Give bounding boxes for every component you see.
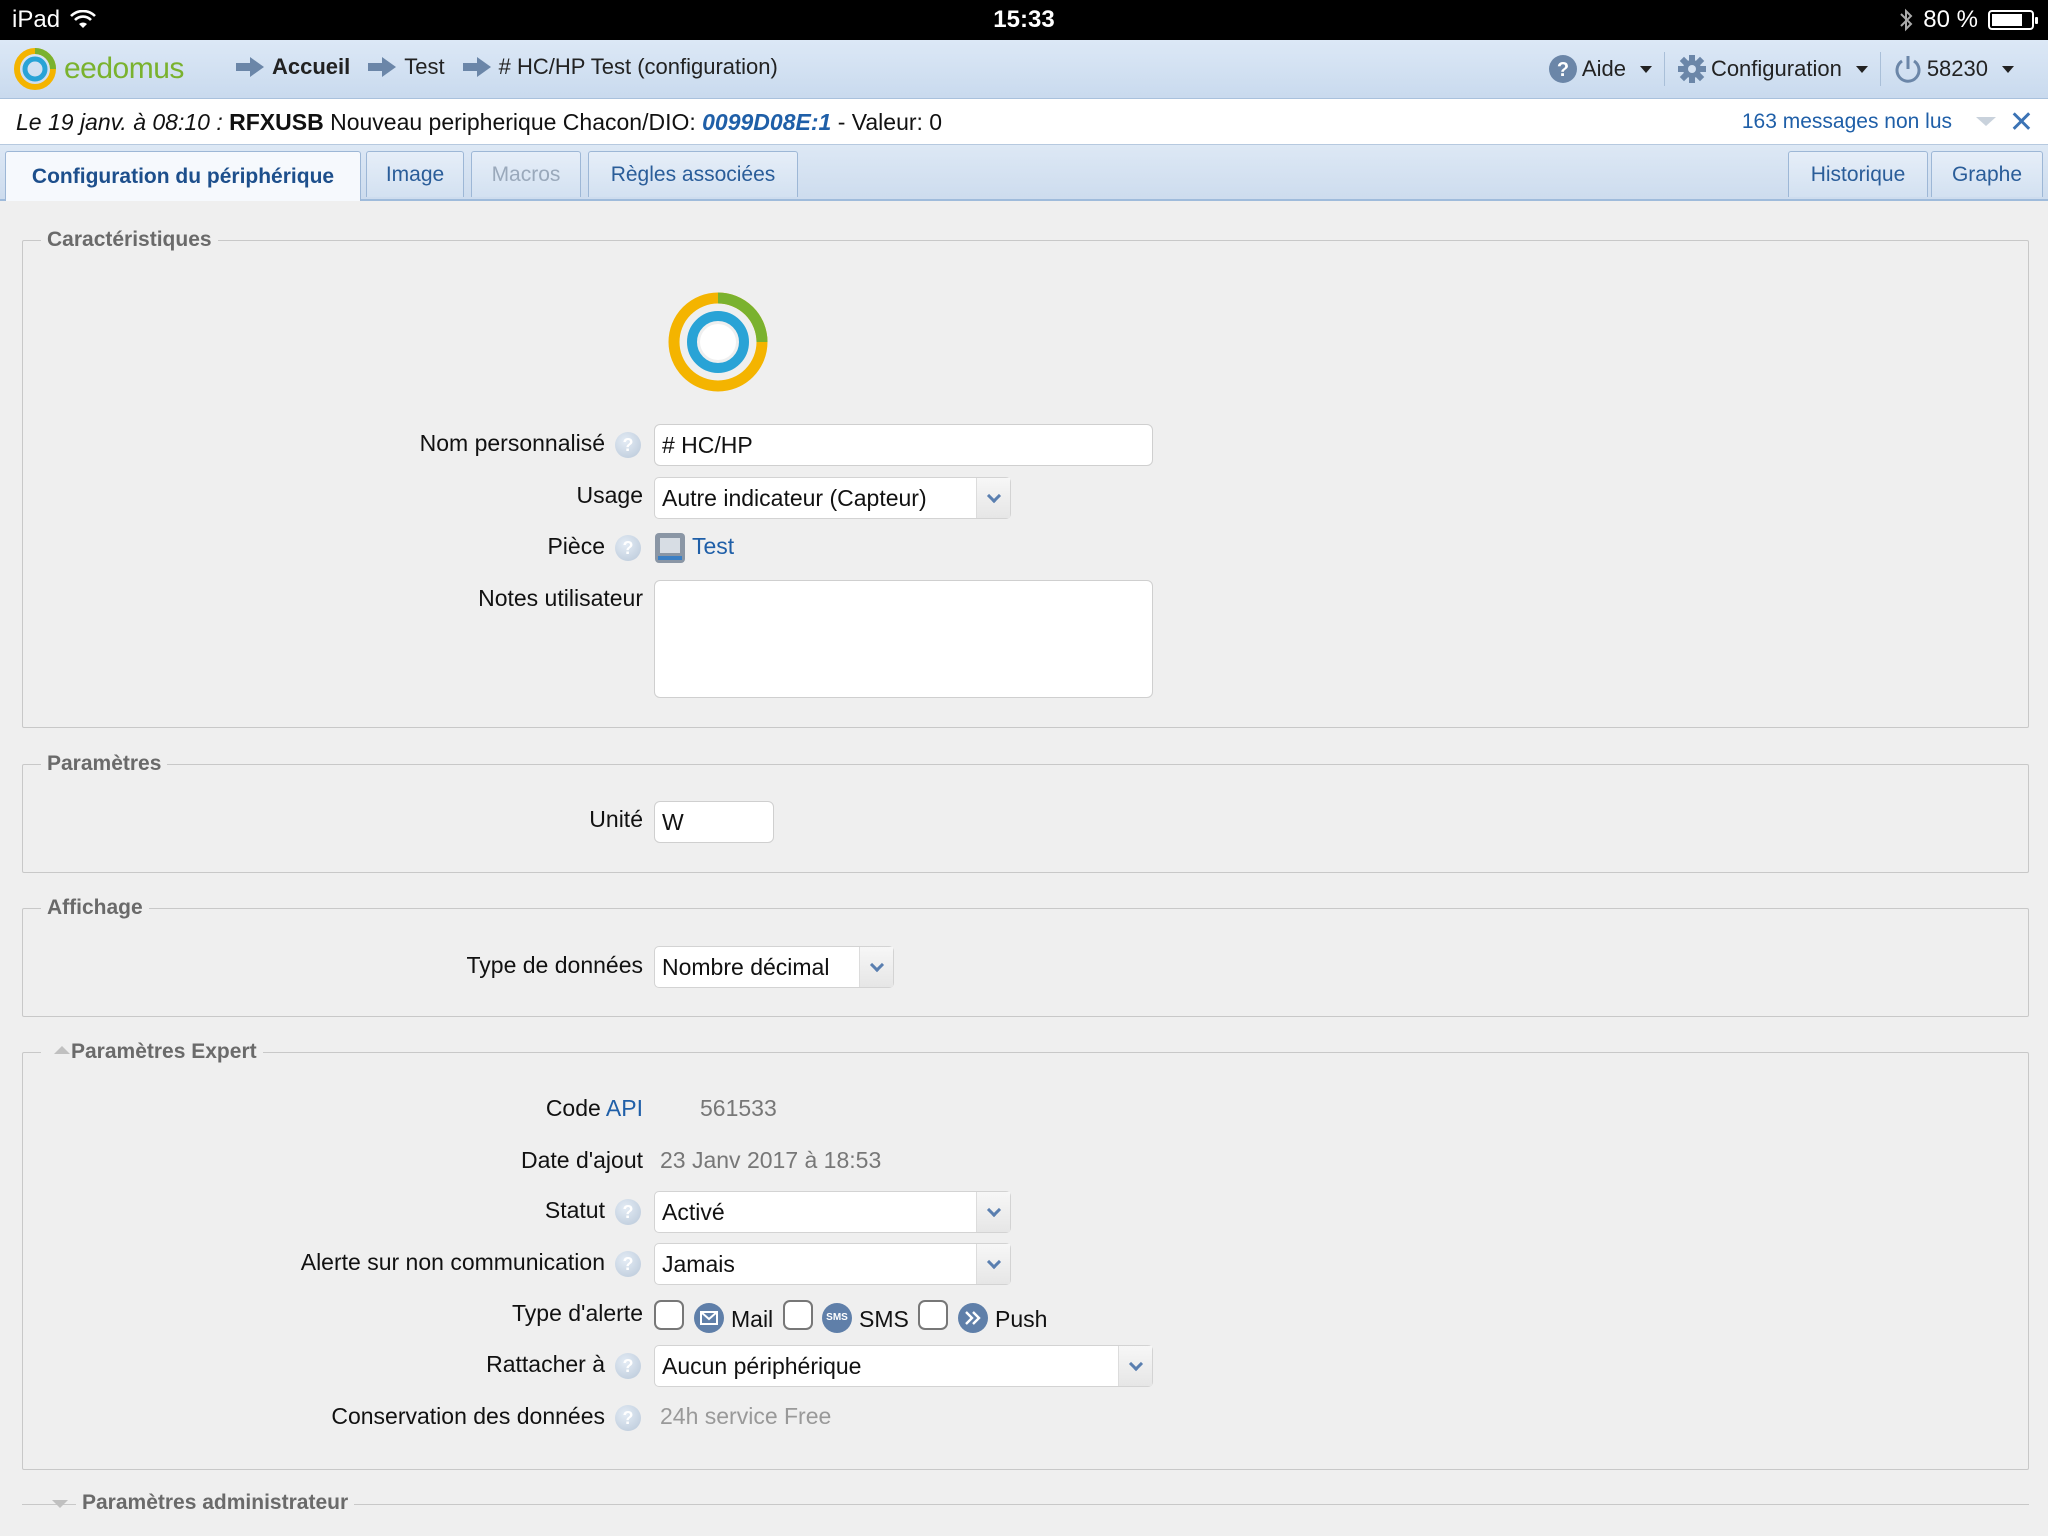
expand-icon[interactable] bbox=[52, 1500, 68, 1508]
notification-message[interactable]: Le 19 janv. à 08:10 : RFXUSB Nouveau per… bbox=[16, 109, 942, 136]
notes-label: Notes utilisateur bbox=[478, 585, 643, 611]
chevron-down-icon bbox=[1118, 1346, 1152, 1386]
section-admin-title[interactable]: Paramètres administrateur bbox=[76, 1491, 355, 1515]
caret-icon bbox=[2002, 65, 2014, 73]
breadcrumb-current: # HC/HP Test (configuration) bbox=[462, 54, 778, 80]
chevron-down-icon bbox=[976, 478, 1010, 518]
breadcrumb-accueil[interactable]: Accueil bbox=[236, 54, 350, 80]
tab-image[interactable]: Image bbox=[366, 151, 464, 197]
date-added-value: 23 Janv 2017 à 18:53 bbox=[660, 1147, 882, 1173]
alert-mail-checkbox[interactable] bbox=[654, 1300, 684, 1330]
account-menu[interactable]: 58230 bbox=[1879, 52, 2026, 86]
gear-icon bbox=[1677, 55, 1706, 83]
chevron-down-icon bbox=[859, 947, 893, 987]
section-title: Caractéristiques bbox=[47, 228, 212, 251]
alert-mail-label: Mail bbox=[731, 1306, 774, 1332]
help-menu[interactable]: ? Aide bbox=[1536, 52, 1664, 86]
alert-push-checkbox[interactable] bbox=[918, 1300, 948, 1330]
usage-select[interactable]: Autre indicateur (Capteur) bbox=[654, 477, 1011, 519]
code-value: 561533 bbox=[700, 1095, 777, 1121]
power-icon bbox=[1895, 56, 1921, 83]
tab-macros: Macros bbox=[471, 151, 581, 197]
api-link[interactable]: API bbox=[606, 1095, 643, 1121]
retention-label: Conservation des données bbox=[331, 1403, 605, 1429]
help-icon[interactable]: ? bbox=[615, 1353, 641, 1379]
device-icon[interactable] bbox=[664, 288, 772, 396]
clock: 15:33 bbox=[993, 6, 1055, 33]
unit-input[interactable]: W bbox=[654, 801, 774, 843]
logo-text: eedomus bbox=[64, 52, 184, 85]
datatype-select[interactable]: Nombre décimal bbox=[654, 946, 894, 988]
tab-configuration[interactable]: Configuration du périphérique bbox=[5, 151, 361, 201]
tab-graph[interactable]: Graphe bbox=[1931, 151, 2043, 197]
status-label: Statut bbox=[544, 1197, 605, 1223]
attach-select[interactable]: Aucun périphérique bbox=[654, 1345, 1153, 1387]
tab-history[interactable]: Historique bbox=[1788, 151, 1928, 197]
mail-icon bbox=[694, 1303, 724, 1333]
section-title: Affichage bbox=[47, 896, 143, 919]
tab-bar: Configuration du périphérique Image Macr… bbox=[0, 145, 2048, 201]
caret-icon bbox=[1639, 65, 1652, 73]
sms-icon: SMS bbox=[822, 1303, 852, 1333]
breadcrumb-test[interactable]: Test bbox=[368, 54, 445, 80]
alert-type-label: Type d'alerte bbox=[512, 1300, 643, 1326]
alert-sms-label: SMS bbox=[859, 1306, 909, 1332]
chevron-down-icon bbox=[976, 1192, 1010, 1232]
section-parameters: Paramètres bbox=[22, 752, 2029, 873]
section-title: Paramètres bbox=[47, 752, 162, 775]
close-icon[interactable]: ✕ bbox=[2009, 105, 2034, 140]
breadcrumb: Accueil Test # HC/HP Test (configuration… bbox=[236, 54, 796, 80]
battery-icon bbox=[1988, 10, 2038, 30]
date-added-label: Date d'ajout bbox=[520, 1147, 643, 1173]
svg-text:?: ? bbox=[1557, 59, 1569, 81]
ios-status-bar: iPad 15:33 80 % bbox=[0, 0, 2048, 40]
help-icon: ? bbox=[1548, 55, 1577, 83]
notification-bar: Le 19 janv. à 08:10 : RFXUSB Nouveau per… bbox=[0, 99, 2048, 145]
help-icon[interactable]: ? bbox=[615, 1199, 641, 1225]
user-notes-textarea[interactable] bbox=[654, 580, 1153, 698]
configuration-menu[interactable]: Configuration bbox=[1663, 52, 1880, 86]
section-title[interactable]: Paramètres Expert bbox=[41, 1040, 263, 1064]
no-communication-select[interactable]: Jamais bbox=[654, 1243, 1011, 1285]
arrow-right-icon bbox=[368, 57, 397, 77]
no-communication-label: Alerte sur non communication bbox=[300, 1249, 605, 1275]
expand-notifications-icon[interactable] bbox=[1976, 117, 1996, 126]
collapse-icon[interactable] bbox=[54, 1046, 70, 1054]
tab-rules[interactable]: Règles associées bbox=[588, 151, 798, 197]
help-icon[interactable]: ? bbox=[615, 432, 641, 458]
retention-value: 24h service Free bbox=[660, 1403, 832, 1429]
push-icon bbox=[958, 1303, 988, 1333]
arrow-right-icon bbox=[236, 57, 264, 77]
battery-percent: 80 % bbox=[1923, 6, 1978, 33]
unread-messages-link[interactable]: 163 messages non lus bbox=[1742, 110, 1952, 134]
room-icon bbox=[655, 533, 685, 563]
section-display: Affichage bbox=[22, 896, 2029, 1017]
custom-name-input[interactable]: # HC/HP bbox=[654, 424, 1153, 466]
unit-label: Unité bbox=[589, 806, 643, 832]
eedomus-logo[interactable]: eedomus bbox=[12, 46, 184, 92]
alert-sms-checkbox[interactable] bbox=[783, 1300, 813, 1330]
name-label: Nom personnalisé bbox=[419, 430, 605, 456]
app-header: eedomus Accueil Test # HC/HP Test (confi… bbox=[0, 40, 2048, 99]
code-label: Code API bbox=[545, 1095, 643, 1121]
help-icon[interactable]: ? bbox=[615, 535, 641, 561]
help-icon[interactable]: ? bbox=[615, 1405, 641, 1431]
arrow-right-icon bbox=[462, 57, 491, 77]
status-select[interactable]: Activé bbox=[654, 1191, 1011, 1233]
usage-label: Usage bbox=[576, 482, 643, 508]
logo-ring-icon bbox=[14, 48, 56, 90]
bluetooth-icon bbox=[1900, 8, 1913, 32]
alert-push-label: Push bbox=[995, 1306, 1048, 1332]
room-label: Pièce bbox=[547, 533, 605, 559]
chevron-down-icon bbox=[976, 1244, 1010, 1284]
datatype-label: Type de données bbox=[466, 952, 643, 978]
room-link[interactable]: Test bbox=[692, 533, 734, 560]
attach-label: Rattacher à bbox=[486, 1351, 605, 1377]
help-icon[interactable]: ? bbox=[615, 1251, 641, 1277]
caret-icon bbox=[1855, 65, 1868, 73]
